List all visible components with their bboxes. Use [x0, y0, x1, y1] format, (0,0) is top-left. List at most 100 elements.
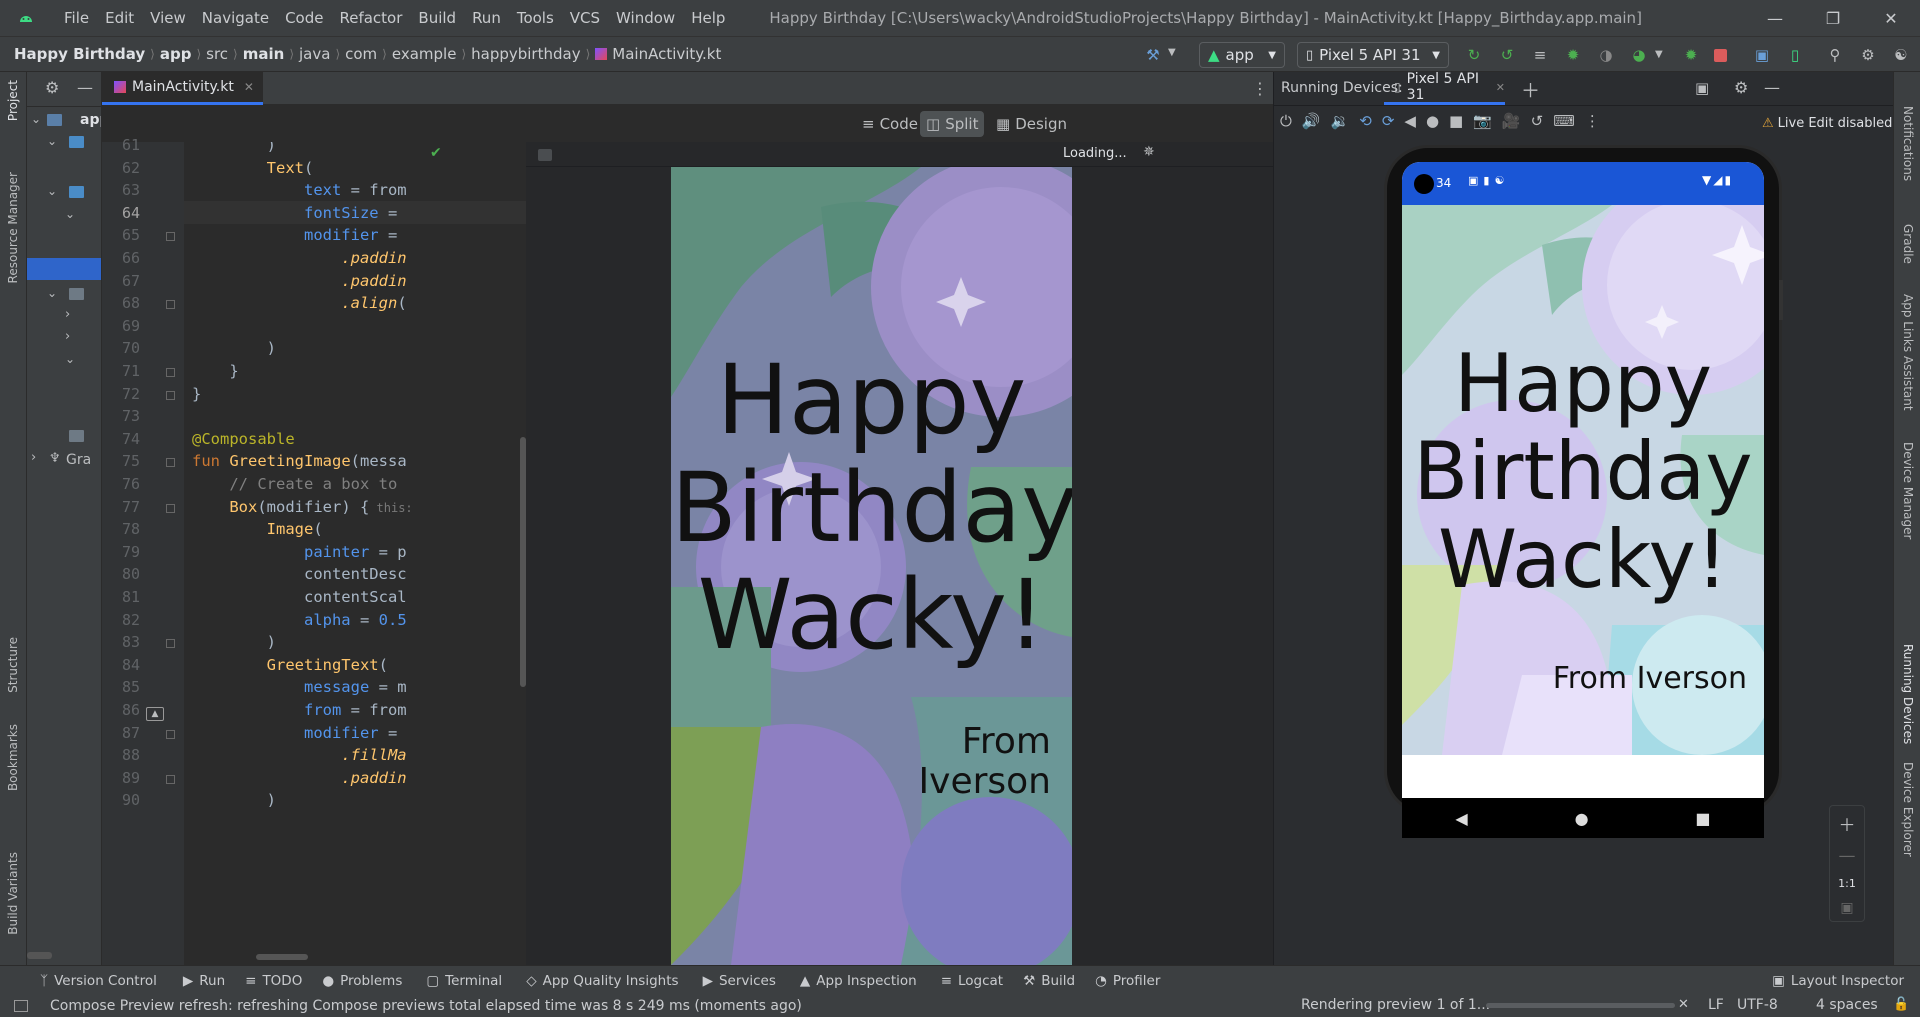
tree-item-gradle[interactable]: Gra — [66, 452, 91, 468]
device-manager-icon[interactable]: ▯ — [1784, 44, 1806, 66]
tool-problems[interactable]: ● Problems — [322, 973, 402, 989]
breadcrumb-com[interactable]: com — [345, 45, 377, 63]
attach-debugger-icon[interactable]: ◑ — [1595, 44, 1617, 66]
design-view-button[interactable]: ▦ Design — [990, 111, 1073, 137]
fold-marker-icon[interactable] — [166, 729, 175, 739]
rotate-right-icon[interactable]: ⟳ — [1382, 112, 1395, 136]
breadcrumb-main[interactable]: main — [243, 45, 285, 63]
tool-logcat[interactable]: ≡ Logcat — [941, 973, 1003, 989]
tool-layout-inspector[interactable]: ▣ Layout Inspector — [1772, 973, 1904, 989]
indent-setting[interactable]: 4 spaces — [1816, 997, 1878, 1013]
zoom-actual-size[interactable]: 1:1 — [1838, 877, 1856, 890]
sync-icon[interactable]: ≡ — [1529, 44, 1551, 66]
rotate-left-icon[interactable]: ⟲ — [1359, 112, 1372, 136]
panel-toggle-icon[interactable] — [14, 1000, 28, 1012]
keyboard-icon[interactable]: ⌨ — [1553, 112, 1575, 136]
zoom-in-icon[interactable]: ＋ — [1839, 811, 1856, 836]
tool-build[interactable]: ⚒ Build — [1023, 973, 1075, 989]
more-options-icon[interactable]: ⋮ — [1585, 112, 1600, 136]
live-edit-status[interactable]: ⚠ Live Edit disabled — [1762, 116, 1892, 131]
status-message[interactable]: Compose Preview refresh: refreshing Comp… — [50, 998, 802, 1014]
stripe-project[interactable]: Project — [6, 80, 20, 121]
volume-down-icon[interactable]: 🔉 — [1331, 112, 1350, 136]
debug-icon[interactable]: ✹ — [1562, 44, 1584, 66]
chevron-down-icon[interactable]: ⌄ — [47, 184, 57, 198]
screenshot-icon[interactable]: 📷 — [1473, 112, 1492, 136]
tool-version-control[interactable]: ᛉ Version Control — [40, 973, 157, 989]
chevron-down-icon[interactable]: ⌄ — [47, 286, 57, 300]
menu-navigate[interactable]: Navigate — [194, 9, 277, 27]
stripe-resource-manager[interactable]: Resource Manager — [6, 172, 20, 283]
menu-window[interactable]: Window — [608, 9, 683, 27]
back-icon[interactable]: ◀ — [1404, 112, 1416, 136]
attach-process-icon[interactable]: ✹ — [1680, 44, 1702, 66]
stripe-running-devices[interactable]: Running Devices — [1901, 644, 1915, 744]
breadcrumb-app[interactable]: app — [160, 45, 192, 63]
power-icon[interactable]: ⏻ — [1280, 112, 1292, 136]
tab-mainactivity[interactable]: MainActivity.kt ✕ — [102, 72, 263, 105]
run-config-select[interactable]: ▲ app ▼ — [1199, 42, 1285, 68]
tool-profiler[interactable]: ◔ Profiler — [1095, 973, 1160, 989]
zoom-fit-icon[interactable]: ▣ — [1840, 900, 1853, 916]
hide-panel-icon[interactable]: — — [1764, 78, 1780, 97]
phone-overview-icon[interactable]: ■ — [1695, 809, 1710, 828]
gear-icon[interactable]: ⚙ — [45, 78, 59, 97]
maximize-icon[interactable]: ▣ — [1695, 79, 1709, 97]
code-area[interactable]: ✔ ) Text( text = from fontSize = modifie… — [184, 142, 526, 965]
tool-run[interactable]: ▶ Run — [183, 973, 225, 989]
gear-icon[interactable]: ⚙ — [1734, 78, 1748, 97]
device-tab[interactable]: ▯ Pixel 5 API 31 ✕ — [1384, 71, 1505, 105]
close-icon[interactable]: ✕ — [1862, 0, 1920, 36]
fold-marker-icon[interactable] — [166, 458, 175, 468]
file-encoding[interactable]: UTF-8 — [1737, 997, 1778, 1013]
stripe-bookmarks[interactable]: Bookmarks — [6, 724, 20, 791]
close-tab-icon[interactable]: ✕ — [1496, 81, 1505, 94]
selected-tree-row[interactable] — [27, 258, 101, 280]
menu-code[interactable]: Code — [277, 9, 331, 27]
menu-vcs[interactable]: VCS — [562, 9, 608, 27]
code-view-button[interactable]: ≡ Code — [856, 111, 924, 137]
screen-record-icon[interactable]: 🎥 — [1502, 112, 1521, 136]
preview-toolbar-icon[interactable] — [538, 149, 552, 161]
fold-marker-icon[interactable] — [166, 300, 175, 310]
fold-marker-icon[interactable] — [166, 503, 175, 513]
lock-icon[interactable]: 🔓 — [1893, 997, 1909, 1012]
device-mirror-icon[interactable]: ▣ — [1751, 44, 1773, 66]
menu-help[interactable]: Help — [683, 9, 733, 27]
chevron-right-icon[interactable]: › — [65, 307, 70, 322]
dropdown-arrow-icon[interactable]: ▼ — [1655, 49, 1663, 60]
stripe-build-variants[interactable]: Build Variants — [6, 852, 20, 935]
search-icon[interactable]: ⚲ — [1824, 44, 1846, 66]
tool-todo[interactable]: ≡ TODO — [245, 973, 302, 989]
dropdown-arrow-icon[interactable]: ▼ — [1168, 47, 1176, 58]
menu-run[interactable]: Run — [464, 9, 509, 27]
chevron-right-icon[interactable]: › — [65, 329, 70, 344]
menu-tools[interactable]: Tools — [509, 9, 562, 27]
breadcrumb-file[interactable]: MainActivity.kt — [612, 45, 721, 63]
fold-marker-icon[interactable] — [166, 368, 175, 377]
fold-marker-icon[interactable] — [166, 390, 175, 400]
reset-icon[interactable]: ↺ — [1531, 112, 1544, 136]
chevron-right-icon[interactable]: › — [31, 450, 36, 465]
horizontal-scrollbar[interactable] — [256, 954, 308, 960]
menu-file[interactable]: File — [56, 9, 97, 27]
stripe-device-manager[interactable]: Device Manager — [1901, 442, 1915, 539]
menu-edit[interactable]: Edit — [97, 9, 142, 27]
tool-services[interactable]: ▶ Services — [703, 973, 776, 989]
birthday-preview-card[interactable]: Happy Birthday Wacky! From Iverson — [671, 167, 1072, 965]
breadcrumb-package[interactable]: happybirthday — [471, 45, 580, 63]
image-gutter-icon[interactable]: ▲ — [146, 707, 164, 721]
tool-app-quality-insights[interactable]: ◇ App Quality Insights — [526, 973, 678, 989]
cancel-icon[interactable]: ✕ — [1678, 997, 1689, 1012]
hammer-icon[interactable]: ⚒ — [1142, 44, 1164, 66]
phone-home-icon[interactable]: ● — [1575, 809, 1589, 828]
volume-up-icon[interactable]: 🔊 — [1302, 112, 1321, 136]
fold-marker-icon[interactable] — [166, 639, 175, 649]
close-tab-icon[interactable]: ✕ — [244, 80, 254, 94]
fold-marker-icon[interactable] — [166, 774, 175, 784]
menu-build[interactable]: Build — [410, 9, 464, 27]
device-select[interactable]: ▯ Pixel 5 API 31 ▼ — [1297, 42, 1449, 68]
chevron-down-icon[interactable]: ⌄ — [65, 207, 75, 221]
tool-terminal[interactable]: ▢ Terminal — [426, 973, 502, 989]
home-icon[interactable]: ● — [1426, 112, 1439, 136]
